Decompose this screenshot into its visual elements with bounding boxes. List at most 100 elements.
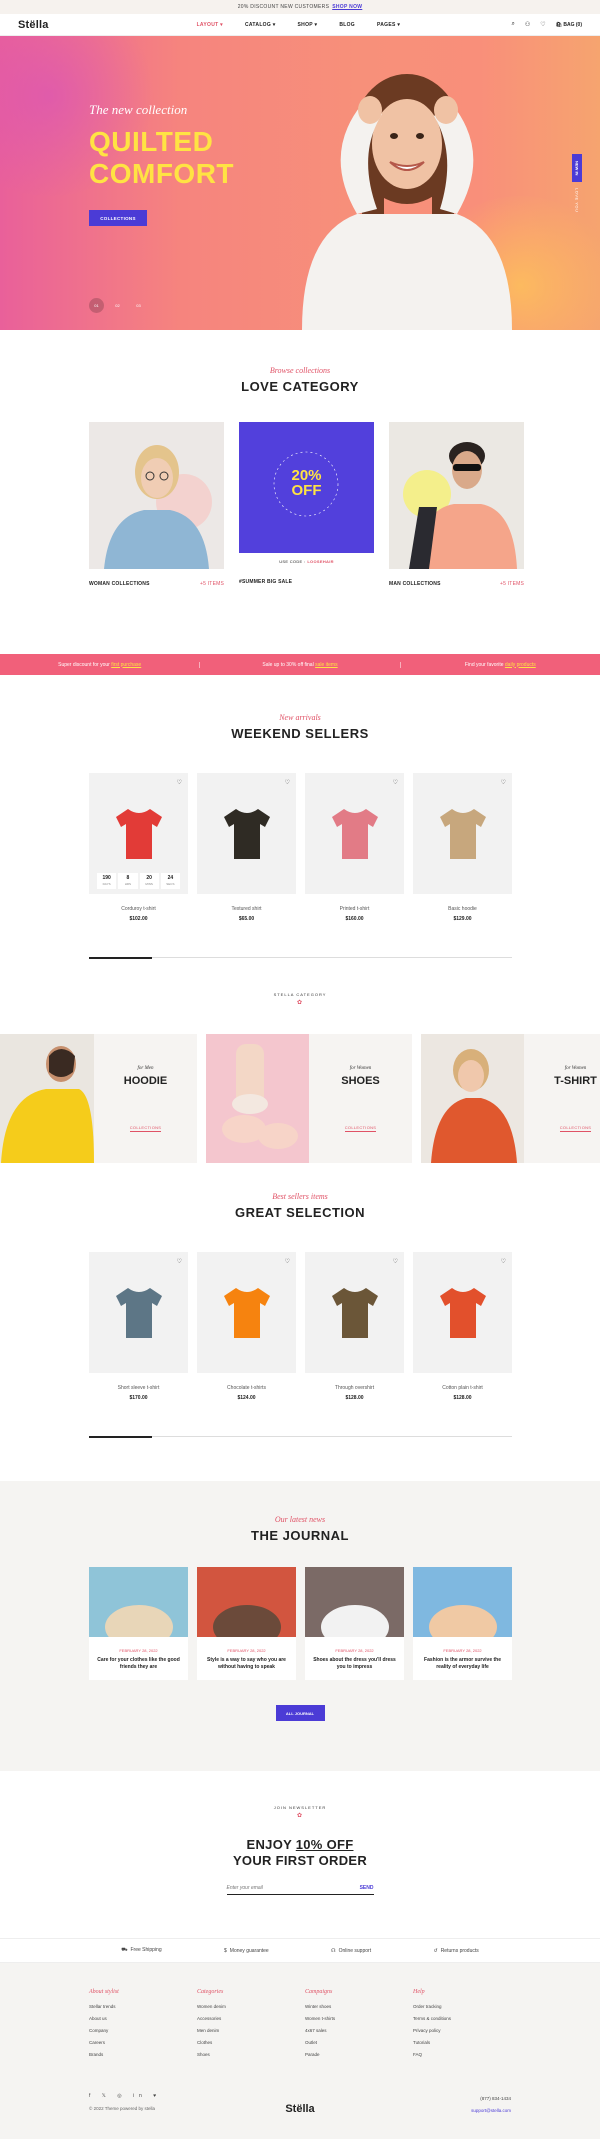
footer-link[interactable]: Company	[89, 2025, 197, 2037]
product-card[interactable]: ♡ Basic hoodie $129.00	[413, 773, 512, 922]
product-name[interactable]: Cotton plain t-shirt	[413, 1385, 512, 1391]
footer-link[interactable]: Winter shoes	[305, 2001, 413, 2013]
footer-link[interactable]: Men denim	[197, 2025, 305, 2037]
wishlist-heart-icon[interactable]: ♡	[393, 1258, 398, 1265]
journal-title[interactable]: Style is a way to say who you are withou…	[205, 1657, 288, 1671]
logo[interactable]: Stëlla	[18, 19, 49, 31]
journal-date: FEBRUARY 28, 2022	[443, 1648, 482, 1653]
product-card[interactable]: ♡ Textured shirt $65.00	[197, 773, 296, 922]
product-card[interactable]: ♡ Cotton plain t-shirt $128.00	[413, 1252, 512, 1401]
wishlist-heart-icon[interactable]: ♡	[501, 1258, 506, 1265]
footer-link[interactable]: Terms & conditions	[413, 2013, 521, 2025]
bag-button[interactable]: 🛍 BAG (0)	[556, 22, 582, 28]
heart-icon[interactable]: ♡	[540, 21, 545, 28]
flower-icon: ✿	[296, 1813, 304, 1819]
product-name[interactable]: Short sleeve t-shirt	[89, 1385, 188, 1391]
menu-shop[interactable]: SHOP ▾	[298, 22, 318, 28]
social-icons[interactable]: f 𝕏 ◎ in ♥	[89, 2093, 511, 2099]
footer-link[interactable]: 4x67 sales	[305, 2025, 413, 2037]
footer-column-title: About stylist	[89, 1989, 119, 1995]
stella-card-link[interactable]: COLLECTIONS	[129, 1125, 162, 1132]
wishlist-heart-icon[interactable]: ♡	[177, 1258, 182, 1265]
menu-layout[interactable]: LAYOUT ▾	[197, 22, 223, 28]
carousel-progress[interactable]	[89, 1435, 512, 1438]
category-card-woman[interactable]: WOMAN COLLECTIONS +5 ITEMS	[89, 422, 224, 587]
search-icon[interactable]: ⌕	[511, 21, 514, 28]
slide-dot[interactable]: 02	[110, 298, 125, 313]
footer-link[interactable]: Women denim	[197, 2001, 305, 2013]
footer-link[interactable]: Tutorials	[413, 2037, 521, 2049]
product-name[interactable]: Printed t-shirt	[305, 906, 404, 912]
menu-catalog[interactable]: CATALOG ▾	[245, 22, 276, 28]
wishlist-heart-icon[interactable]: ♡	[177, 779, 182, 786]
product-card[interactable]: ♡ Printed t-shirt $160.00	[305, 773, 404, 922]
product-name[interactable]: Basic hoodie	[413, 906, 512, 912]
product-card[interactable]: ♡ Short sleeve t-shirt $170.00	[89, 1252, 188, 1401]
product-name[interactable]: Through overshirt	[305, 1385, 404, 1391]
wishlist-heart-icon[interactable]: ♡	[393, 779, 398, 786]
journal-post[interactable]: FEBRUARY 28, 2022 Care for your clothes l…	[89, 1567, 188, 1680]
strip-link[interactable]: daily products	[505, 662, 536, 668]
footer-link[interactable]: Women t-shirts	[305, 2013, 413, 2025]
footer-link[interactable]: Brands	[89, 2049, 197, 2061]
email-input[interactable]: Enter your email	[227, 1885, 263, 1891]
user-icon[interactable]: ⚇	[525, 21, 530, 28]
product-name[interactable]: Corduroy t-shirt	[89, 906, 188, 912]
category-card-man[interactable]: MAN COLLECTIONS +5 ITEMS	[389, 422, 524, 587]
footer-link[interactable]: Clothes	[197, 2037, 305, 2049]
strip-link[interactable]: first purchase	[111, 662, 141, 668]
footer-link[interactable]: Privacy policy	[413, 2025, 521, 2037]
stella-card-tshirt[interactable]: for Women T-SHIRT COLLECTIONS	[421, 1034, 600, 1163]
footer-link[interactable]: Parade	[305, 2049, 413, 2061]
category-label: MAN COLLECTIONS	[389, 581, 441, 587]
truck-icon: ⛟	[121, 1947, 128, 1953]
section-title: LOVE CATEGORY	[241, 379, 359, 394]
product-name[interactable]: Textured shirt	[197, 906, 296, 912]
stella-card-hoodie[interactable]: for Men HOODIE COLLECTIONS	[0, 1034, 197, 1163]
footer-link[interactable]: Outlet	[305, 2037, 413, 2049]
carousel-progress[interactable]	[89, 956, 512, 959]
product-price: $128.00	[345, 1395, 364, 1401]
journal-post[interactable]: FEBRUARY 28, 2022 Style is a way to say w…	[197, 1567, 296, 1680]
footer-link[interactable]: Accessories	[197, 2013, 305, 2025]
journal-post[interactable]: FEBRUARY 28, 2022 Fashion is the armor su…	[413, 1567, 512, 1680]
product-card[interactable]: ♡ Chocolate t-shirts $124.00	[197, 1252, 296, 1401]
journal-post[interactable]: FEBRUARY 28, 2022 Shoes about the dress y…	[305, 1567, 404, 1680]
product-card[interactable]: ♡ Through overshirt $128.00	[305, 1252, 404, 1401]
menu-pages[interactable]: PAGES ▾	[377, 22, 400, 28]
product-name[interactable]: Chocolate t-shirts	[197, 1385, 296, 1391]
send-button[interactable]: SEND	[360, 1885, 374, 1891]
strip-link[interactable]: sale items	[315, 662, 338, 668]
dollar-icon: $	[224, 1947, 227, 1954]
category-card-sale[interactable]: 20% OFF USE CODE : LOOSEHAIR #SUMMER BIG S…	[239, 422, 374, 587]
shoes-image	[206, 1034, 309, 1163]
footer-link[interactable]: Shoes	[197, 2049, 305, 2061]
hero-side-tag: NEW IN LOVE YOU	[572, 154, 582, 212]
wishlist-heart-icon[interactable]: ♡	[285, 1258, 290, 1265]
wishlist-heart-icon[interactable]: ♡	[501, 779, 506, 786]
wishlist-heart-icon[interactable]: ♡	[285, 779, 290, 786]
footer-link[interactable]: Careers	[89, 2037, 197, 2049]
section-eyebrow: Our latest news	[274, 1515, 326, 1524]
stella-card-shoes[interactable]: for Women SHOES COLLECTIONS	[206, 1034, 412, 1163]
journal-title[interactable]: Shoes about the dress you'll dress you t…	[313, 1657, 396, 1671]
journal-title[interactable]: Care for your clothes like the good frie…	[97, 1657, 180, 1671]
journal-title[interactable]: Fashion is the armor survive the reality…	[421, 1657, 504, 1671]
footer-link[interactable]: Stellar trends	[89, 2001, 197, 2013]
slide-dot[interactable]: 01	[89, 298, 104, 313]
footer-link[interactable]: About us	[89, 2013, 197, 2025]
hero-cta-button[interactable]: COLLECTIONS	[89, 210, 147, 226]
section-eyebrow: New arrivals	[279, 713, 321, 722]
newsletter-section: JOIN NEWSLETTER ✿ ENJOY 10% OFF YOUR FIRS…	[0, 1771, 600, 1938]
stella-card-link[interactable]: COLLECTIONS	[344, 1125, 377, 1132]
email-link[interactable]: support@stella.com	[471, 2105, 511, 2117]
footer-logo[interactable]: Stëlla	[285, 2103, 314, 2115]
all-journal-button[interactable]: ALL JOURNAL	[275, 1705, 325, 1721]
product-card[interactable]: ♡ 190 DAYS 8 HRS 20 MINS 24 SECS Corduroy t-shirt…	[89, 773, 188, 922]
menu-blog[interactable]: BLOG	[339, 22, 355, 28]
slide-dot[interactable]: 03	[131, 298, 146, 313]
footer-link[interactable]: Order tracking	[413, 2001, 521, 2013]
shop-now-link[interactable]: SHOP NOW	[332, 4, 362, 10]
stella-card-link[interactable]: COLLECTIONS	[559, 1125, 592, 1132]
footer-link[interactable]: FAQ	[413, 2049, 521, 2061]
